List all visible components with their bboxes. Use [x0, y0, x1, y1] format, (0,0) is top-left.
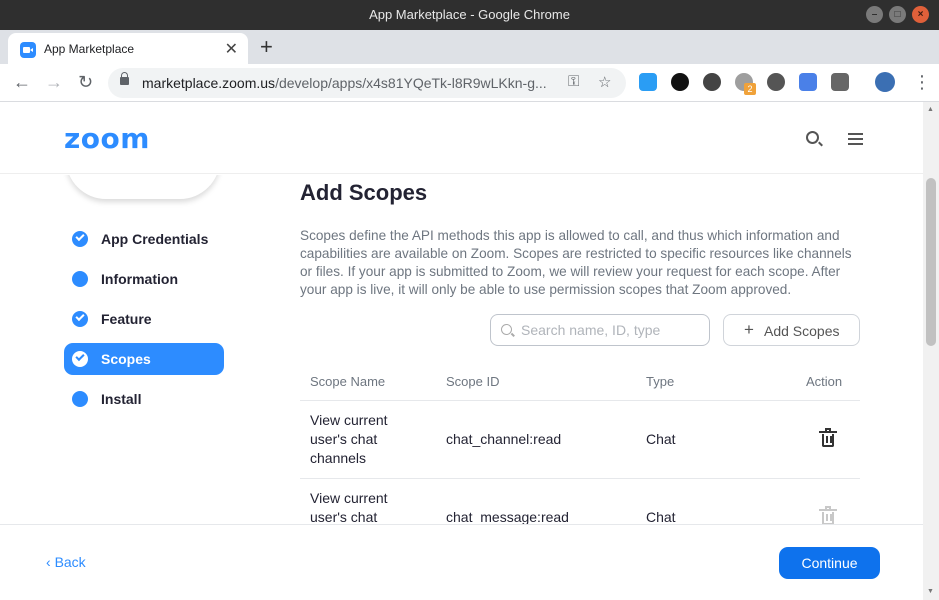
hamburger-menu-icon[interactable]: [848, 133, 863, 145]
step-label: App Credentials: [101, 231, 209, 247]
scope-id-cell: chat_channel:read: [446, 431, 562, 447]
table-divider: [300, 400, 860, 401]
search-icon: [501, 324, 512, 335]
step-label: Information: [101, 271, 178, 287]
back-label: Back: [54, 554, 86, 570]
step-install[interactable]: Install: [64, 383, 224, 415]
zoom-favicon-icon: [20, 42, 36, 58]
step-scopes[interactable]: Scopes: [64, 343, 224, 375]
scopes-description: Scopes define the API methods this app i…: [300, 228, 852, 297]
extension-circles-icon[interactable]: [703, 73, 721, 91]
back-arrow-icon[interactable]: ←: [13, 72, 31, 93]
dot-icon: [72, 271, 88, 287]
window-title: App Marketplace - Google Chrome: [369, 7, 570, 22]
search-icon[interactable]: [806, 131, 819, 144]
zoom-logo[interactable]: zoom: [64, 122, 150, 155]
forward-arrow-icon[interactable]: →: [45, 72, 63, 93]
page-title: Add Scopes: [300, 180, 428, 205]
plus-icon: +: [744, 320, 754, 339]
url-host: marketplace.zoom.us: [142, 75, 276, 91]
url-path: /develop/apps/x4s81YQeTk-l8R9wLKkn-g...: [275, 75, 547, 91]
step-app-credentials[interactable]: App Credentials: [64, 223, 224, 255]
scroll-up-icon[interactable]: ▲: [927, 106, 934, 113]
app-icon-card: [66, 175, 220, 199]
address-bar[interactable]: marketplace.zoom.us/develop/apps/x4s81YQ…: [108, 68, 626, 98]
tab-title: App Marketplace: [44, 42, 135, 56]
window-controls: – □ ×: [866, 6, 929, 23]
scrollbar-thumb[interactable]: [926, 178, 936, 346]
chevron-left-icon: ‹: [46, 554, 51, 570]
dot-icon: [72, 391, 88, 407]
step-label: Feature: [101, 311, 152, 327]
check-circle-icon: [72, 351, 88, 367]
kebab-menu-icon[interactable]: ⋮: [913, 72, 931, 93]
browser-toolbar: ← → ↻ marketplace.zoom.us/develop/apps/x…: [0, 64, 939, 102]
new-tab-icon[interactable]: +: [260, 34, 273, 60]
scope-type-cell: Chat: [646, 431, 676, 447]
column-header-scope-id: Scope ID: [446, 374, 500, 389]
column-header-action: Action: [806, 374, 843, 389]
step-label: Install: [101, 391, 142, 407]
check-circle-icon: [72, 311, 88, 327]
lock-icon: [120, 72, 129, 85]
page-content: App Credentials Information Feature Scop…: [0, 175, 923, 524]
page-scrollbar[interactable]: ▲ ▼: [923, 102, 939, 600]
extension-gnome-icon[interactable]: [671, 73, 689, 91]
column-header-scope-name: Scope Name: [310, 374, 386, 389]
site-header: zoom: [0, 102, 923, 174]
extension-badge-icon[interactable]: 2: [735, 73, 756, 95]
scope-id-cell: chat_message:read: [446, 509, 569, 524]
step-label: Scopes: [101, 351, 151, 367]
scope-search-box[interactable]: [490, 314, 710, 346]
minimize-icon[interactable]: –: [866, 6, 883, 23]
tab-close-icon[interactable]: ✕: [225, 39, 238, 59]
scroll-down-icon[interactable]: ▼: [927, 588, 934, 595]
extension-translate-icon[interactable]: [799, 73, 817, 91]
trash-icon[interactable]: [819, 428, 837, 447]
bookmark-star-icon[interactable]: ☆: [598, 73, 611, 91]
scope-search-input[interactable]: [521, 322, 701, 338]
trash-icon[interactable]: [819, 506, 837, 524]
profile-avatar-icon[interactable]: [875, 72, 895, 92]
extension-link-icon[interactable]: [767, 73, 785, 91]
close-window-icon[interactable]: ×: [912, 6, 929, 23]
add-scopes-label: Add Scopes: [764, 323, 840, 339]
extension-chat-icon[interactable]: [831, 73, 849, 91]
browser-tab[interactable]: App Marketplace ✕: [8, 33, 248, 64]
extension-calendar-icon[interactable]: [639, 73, 657, 91]
tab-strip: App Marketplace ✕ +: [0, 30, 939, 64]
page-footer: ‹ Back Continue: [0, 524, 923, 600]
extension-badge-count: 2: [744, 83, 756, 95]
add-scopes-button[interactable]: + Add Scopes: [723, 314, 860, 346]
reload-icon[interactable]: ↻: [78, 72, 93, 93]
continue-button[interactable]: Continue: [779, 547, 880, 579]
column-header-type: Type: [646, 374, 675, 389]
maximize-icon[interactable]: □: [889, 6, 906, 23]
scope-type-cell: Chat: [646, 509, 676, 524]
step-information[interactable]: Information: [64, 263, 224, 295]
check-circle-icon: [72, 231, 88, 247]
key-icon[interactable]: ⚿: [568, 73, 579, 90]
step-feature[interactable]: Feature: [64, 303, 224, 335]
table-divider: [300, 478, 860, 479]
scope-name-cell: View current user's chat: [310, 490, 388, 524]
back-link[interactable]: ‹ Back: [46, 554, 86, 570]
url-text[interactable]: marketplace.zoom.us/develop/apps/x4s81YQ…: [142, 75, 554, 91]
window-titlebar: App Marketplace - Google Chrome – □ ×: [0, 0, 939, 30]
scope-name-cell: View current user's chat channels: [310, 412, 388, 466]
